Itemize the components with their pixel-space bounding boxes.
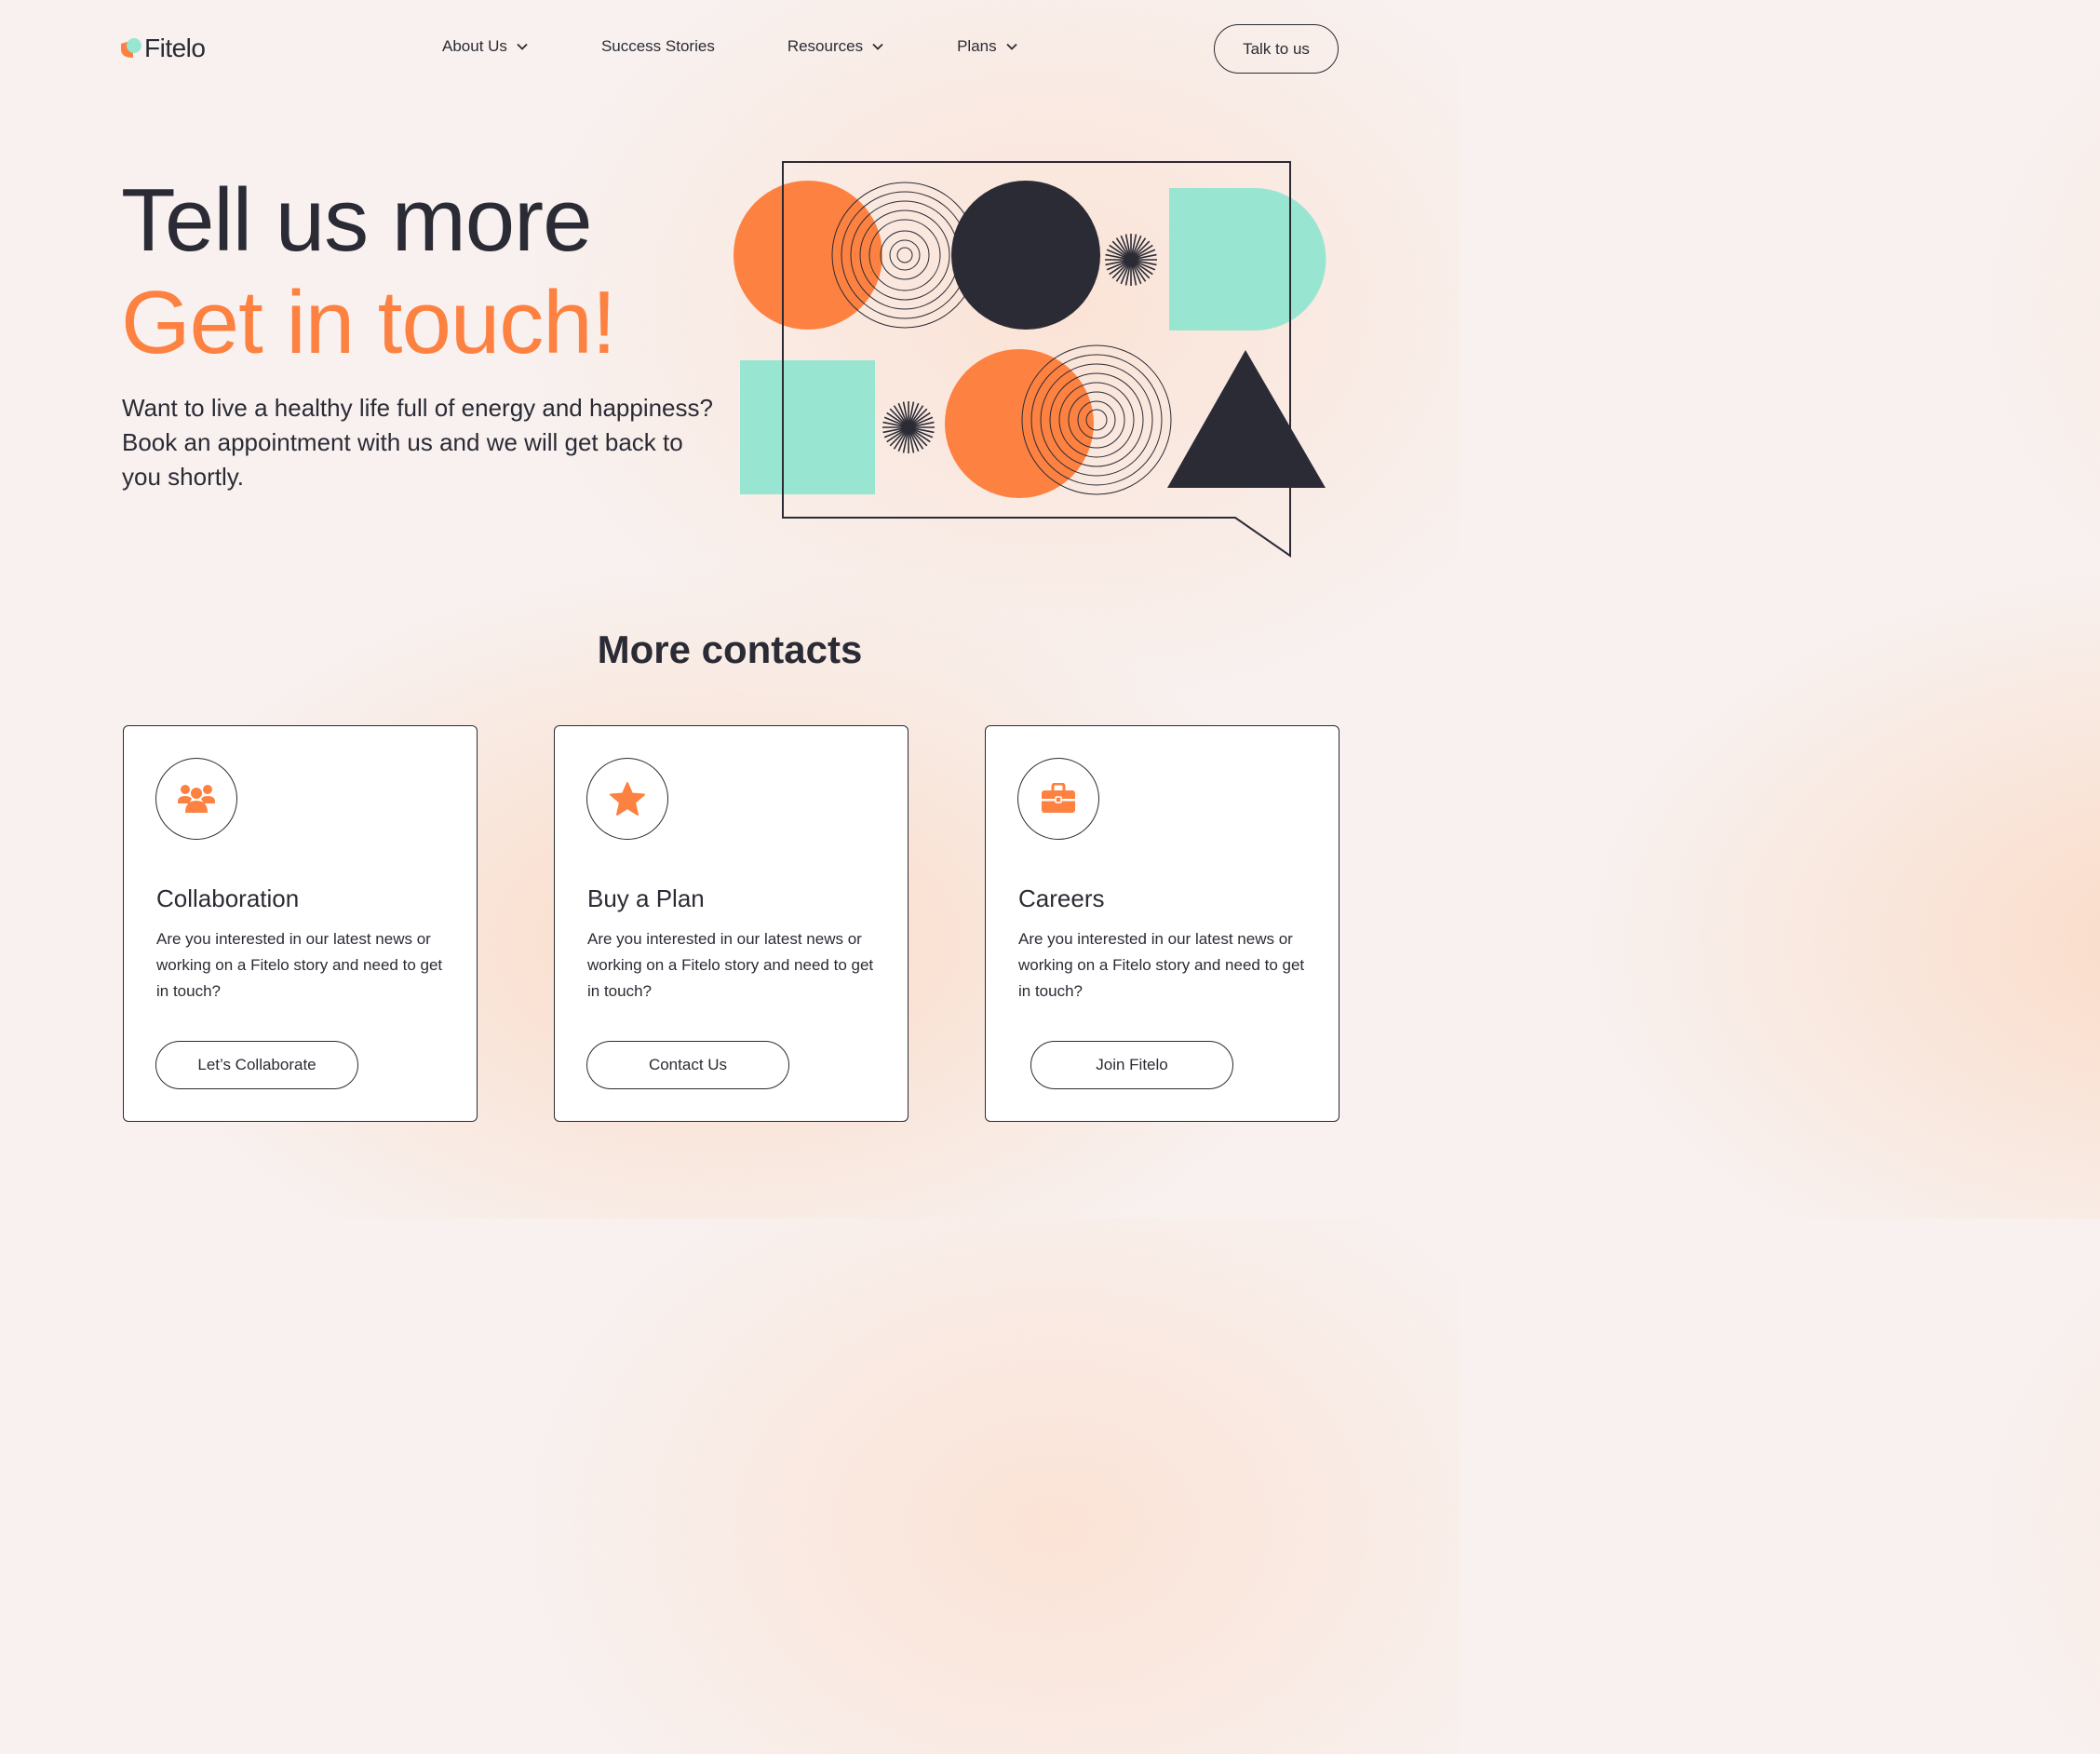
card-title: Careers <box>1018 884 1105 912</box>
hero-subtitle: Want to live a healthy life full of ener… <box>122 394 713 491</box>
main-nav: About Us Success Stories Resources Plans <box>442 37 1018 56</box>
chevron-down-icon <box>872 43 883 50</box>
card-title: Buy a Plan <box>587 884 705 912</box>
card-collaboration: Collaboration Are you interested in our … <box>123 725 478 1122</box>
nav-about-us-label: About Us <box>442 37 507 55</box>
hero-illustration <box>734 161 1326 558</box>
nav-about-us[interactable]: About Us <box>442 37 529 56</box>
nav-resources[interactable]: Resources <box>788 37 884 56</box>
users-icon <box>178 785 215 813</box>
join-fitelo-button[interactable]: Join Fitelo <box>1030 1041 1233 1089</box>
lets-collaborate-button[interactable]: Let’s Collaborate <box>155 1041 358 1089</box>
hero-title: Tell us more <box>121 170 592 270</box>
starburst-shape <box>882 401 935 453</box>
chevron-down-icon <box>1005 43 1017 50</box>
star-icon <box>610 782 645 816</box>
card-text: Are you interested in our latest news or… <box>156 930 443 1000</box>
dark-circle-shape <box>951 181 1100 330</box>
card-icon-wrap <box>1017 758 1099 840</box>
briefcase-icon <box>1042 783 1075 813</box>
nav-success-stories-label: Success Stories <box>600 37 715 55</box>
nav-plans[interactable]: Plans <box>957 37 1018 56</box>
contact-us-button[interactable]: Contact Us <box>586 1041 789 1089</box>
card-careers: Careers Are you interested in our latest… <box>985 725 1339 1122</box>
starburst-shape <box>1105 234 1157 286</box>
nav-success-stories[interactable]: Success Stories <box>601 37 715 56</box>
nav-resources-label: Resources <box>787 37 864 55</box>
chevron-down-icon <box>517 43 528 50</box>
card-title: Collaboration <box>156 884 300 912</box>
mint-square-shape <box>740 360 875 494</box>
orange-circle-shape <box>945 349 1094 498</box>
hero-title-accent: Get in touch! <box>121 273 616 372</box>
section-title: More contacts <box>597 627 863 671</box>
card-buy-plan: Buy a Plan Are you interested in our lat… <box>554 725 909 1122</box>
mint-half-rounded-shape <box>1169 188 1326 331</box>
talk-to-us-button[interactable]: Talk to us <box>1214 24 1339 74</box>
logo-text: Fitelo <box>144 34 206 62</box>
card-text: Are you interested in our latest news or… <box>587 930 874 1000</box>
logo-mark-icon <box>121 38 141 58</box>
dark-triangle-shape <box>1167 350 1326 488</box>
card-text: Are you interested in our latest news or… <box>1018 930 1305 1000</box>
card-icon-wrap <box>586 758 668 840</box>
card-icon-wrap <box>155 758 237 840</box>
logo[interactable]: Fitelo <box>121 34 206 63</box>
nav-plans-label: Plans <box>957 37 997 55</box>
